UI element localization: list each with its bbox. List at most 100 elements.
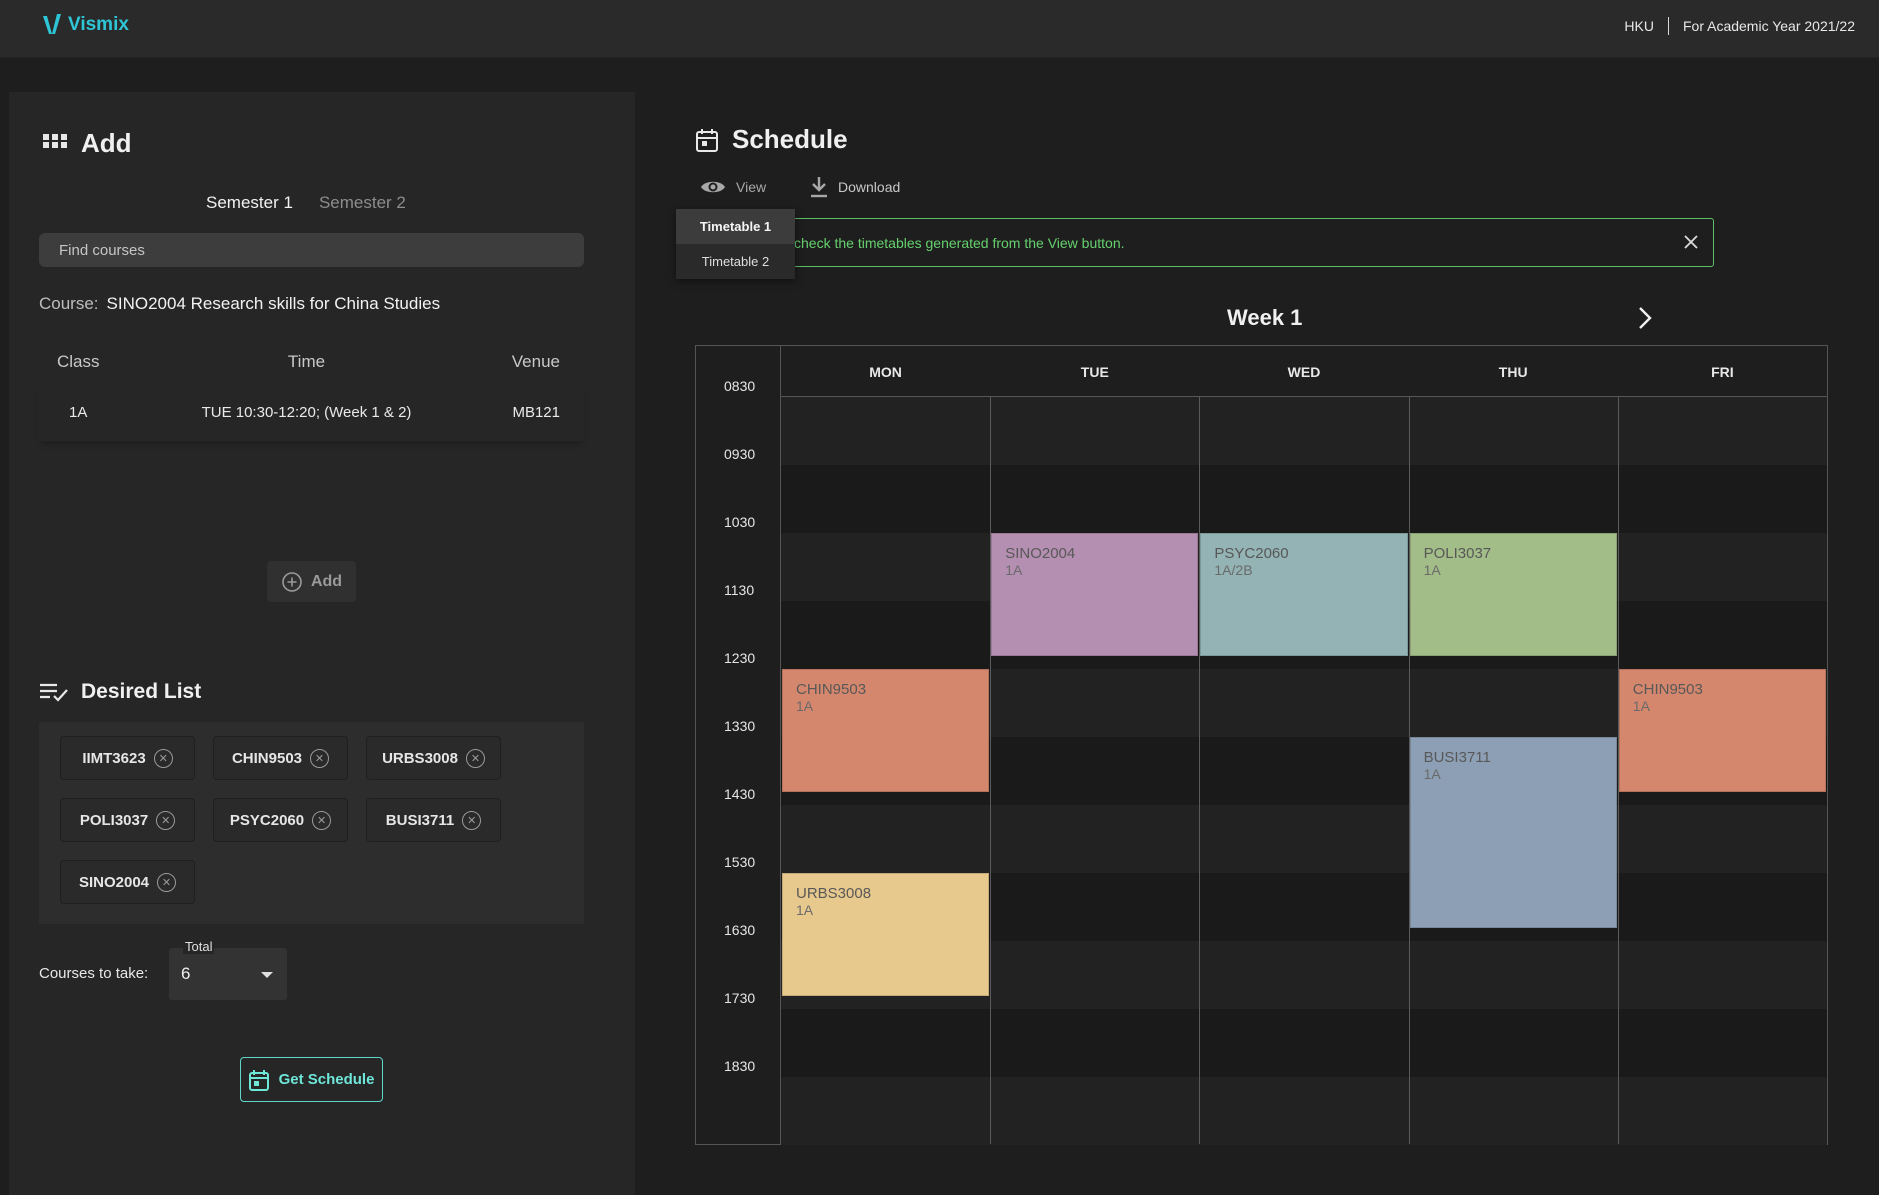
event-course-code: CHIN9503 (1632, 681, 1703, 698)
time-label: 1030 (724, 514, 756, 530)
event-course-code: CHIN9503 (796, 681, 867, 698)
day-header-row: MON TUE WED THU FRI (781, 346, 1827, 397)
column-header-time: Time (287, 352, 326, 371)
week-title: Week 1 (1227, 305, 1303, 330)
schedule-event[interactable]: POLI3037 1A (1409, 533, 1617, 657)
get-schedule-button[interactable]: Get Schedule (240, 1057, 383, 1102)
time-row (781, 805, 1827, 873)
courses-to-take-label: Courses to take: (39, 965, 149, 982)
time-label: 1530 (724, 854, 756, 870)
logo-icon (43, 14, 61, 34)
time-row (781, 1009, 1827, 1077)
academic-year-label: For Academic Year 2021/22 (1682, 18, 1855, 34)
venue-cell: MB121 (512, 404, 560, 421)
course-chip[interactable]: URBS3008 ✕ (366, 736, 501, 780)
event-class: 1A (1005, 562, 1023, 578)
institution-label: HKU (1624, 18, 1654, 34)
schedule-event[interactable]: PSYC2060 1A/2B (1200, 533, 1408, 657)
course-chip[interactable]: BUSI3711 ✕ (366, 798, 501, 842)
column-divider (990, 397, 992, 1144)
event-course-code: BUSI3711 (1423, 749, 1491, 766)
download-icon (811, 177, 827, 198)
schedule-event[interactable]: CHIN9503 1A (1618, 669, 1826, 793)
view-button[interactable]: View (700, 178, 766, 196)
time-label: 1430 (724, 786, 756, 802)
course-chip[interactable]: PSYC2060 ✕ (213, 798, 348, 842)
remove-icon[interactable]: ✕ (465, 748, 485, 768)
class-table: Class Time Venue 1A TUE 10:30-12:20; (We… (39, 352, 584, 442)
add-circle-icon (282, 571, 302, 592)
event-class: 1A (1632, 698, 1650, 714)
time-row (781, 397, 1827, 465)
event-class: 1A (1423, 562, 1441, 578)
calendar-icon (248, 1069, 269, 1091)
calendar-icon (696, 128, 718, 152)
caret-down-icon (261, 972, 273, 978)
view-label: View (736, 179, 767, 195)
desired-list-title: Desired List (39, 680, 201, 704)
total-select[interactable]: Total 6 (169, 939, 287, 1000)
schedule-title: Schedule (696, 124, 848, 155)
time-label: 1830 (724, 1058, 756, 1074)
logo[interactable]: Vismix (42, 13, 129, 37)
day-header-fri: FRI (1711, 364, 1734, 380)
selected-course: Course: SINO2004 Research skills for Chin… (39, 294, 440, 314)
remove-icon[interactable]: ✕ (310, 748, 330, 768)
dropdown-item-timetable-1[interactable]: Timetable 1 (676, 209, 795, 244)
column-header-venue: Venue (511, 352, 560, 371)
tab-semester-2[interactable]: Semester 2 (319, 193, 406, 213)
time-label: 1330 (724, 718, 756, 734)
checklist-icon (40, 683, 68, 702)
event-course-code: POLI3037 (1423, 545, 1492, 562)
schedule-event[interactable]: URBS3008 1A (782, 873, 990, 997)
event-class: 1A/2B (1214, 562, 1253, 578)
add-title-text: Add (81, 128, 132, 158)
event-class: 1A (796, 902, 814, 918)
timetable-grid: 0830 0930 1030 1130 1230 1330 1430 1530 1630 1730… (695, 345, 1828, 1145)
chip-label: BUSI3711 (385, 811, 455, 829)
day-header-mon: MON (869, 364, 902, 380)
alert-message: check the timetables generated from the … (794, 235, 1125, 251)
time-label: 0930 (724, 446, 756, 462)
time-label: 1230 (724, 650, 756, 666)
remove-icon[interactable]: ✕ (156, 810, 176, 830)
event-course-code: URBS3008 (796, 885, 872, 902)
logo-text: Vismix (68, 14, 129, 35)
schedule-event[interactable]: CHIN9503 1A (782, 669, 990, 793)
course-chip[interactable]: CHIN9503 ✕ (213, 736, 348, 780)
remove-icon[interactable]: ✕ (462, 810, 482, 830)
remove-icon[interactable]: ✕ (312, 810, 332, 830)
chip-label: CHIN9503 (231, 749, 303, 767)
schedule-title-text: Schedule (732, 124, 848, 154)
close-icon[interactable] (1681, 232, 1701, 252)
course-label: Course: (39, 294, 99, 313)
course-chip[interactable]: POLI3037 ✕ (60, 798, 195, 842)
download-button[interactable]: Download (810, 176, 900, 198)
schedule-event[interactable]: BUSI3711 1A (1409, 737, 1617, 929)
course-chip[interactable]: IIMT3623 ✕ (60, 736, 195, 780)
eye-icon (701, 181, 725, 193)
grid-icon (43, 133, 67, 148)
remove-icon[interactable]: ✕ (153, 748, 173, 768)
event-course-code: PSYC2060 (1214, 545, 1289, 562)
total-label: Total (183, 939, 215, 954)
tab-semester-1[interactable]: Semester 1 (206, 193, 293, 213)
table-row[interactable]: 1A TUE 10:30-12:20; (Week 1 & 2) MB121 (39, 384, 584, 442)
time-label: 1130 (724, 582, 755, 598)
total-value: 6 (181, 964, 191, 983)
dropdown-item-timetable-2[interactable]: Timetable 2 (676, 244, 795, 279)
column-divider (1199, 397, 1201, 1144)
chip-label: URBS3008 (382, 749, 458, 767)
add-button[interactable]: Add (267, 561, 356, 602)
remove-icon[interactable]: ✕ (157, 872, 177, 892)
chip-label: SINO2004 (78, 873, 150, 891)
chevron-right-icon[interactable] (1634, 305, 1656, 331)
schedule-event[interactable]: SINO2004 1A (991, 533, 1199, 657)
event-class: 1A (1423, 766, 1441, 782)
time-label: 1730 (724, 990, 756, 1006)
time-label: 0830 (724, 378, 756, 394)
course-chip[interactable]: SINO2004 ✕ (60, 860, 195, 904)
day-header-wed: WED (1287, 364, 1321, 380)
course-search-input[interactable] (39, 233, 584, 267)
day-header-tue: TUE (1080, 364, 1109, 380)
